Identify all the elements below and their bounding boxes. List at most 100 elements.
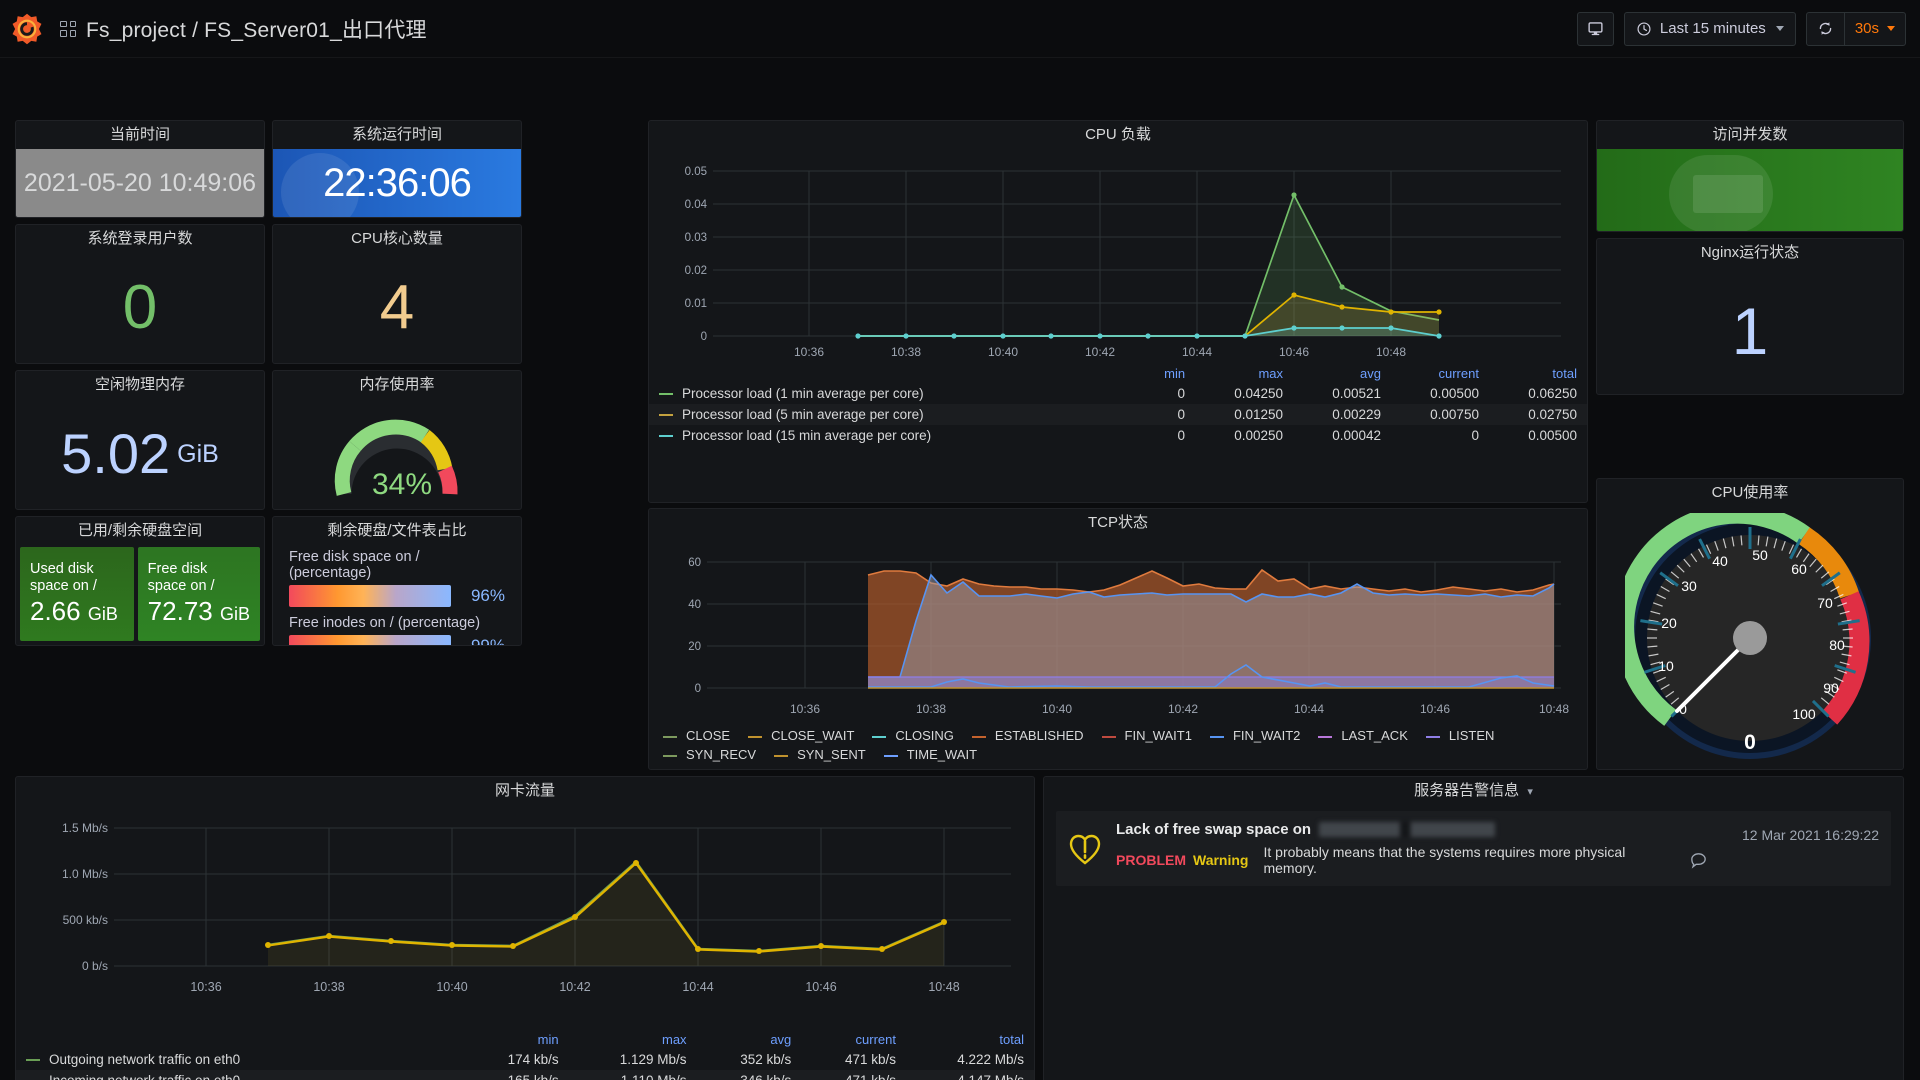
svg-text:70: 70: [1817, 595, 1833, 611]
stat-body: 1: [1597, 267, 1903, 394]
svg-text:10:42: 10:42: [1168, 702, 1198, 716]
legend-min: 0: [1177, 428, 1186, 443]
panel-free-memory[interactable]: 空闲物理内存 5.02 GiB: [15, 370, 265, 510]
legend-item-syn-recv[interactable]: SYN_RECV: [663, 747, 756, 762]
legend-item-time-wait[interactable]: TIME_WAIT: [883, 747, 977, 762]
disk-tile-used[interactable]: Used disk space on / 2.66 GiB: [20, 547, 134, 641]
refresh-interval-label: 30s: [1854, 20, 1879, 37]
svg-text:10:38: 10:38: [916, 702, 946, 716]
panel-tcp-state[interactable]: TCP状态 60 40 20 0 10:36 10:38 10:40 10:42…: [648, 508, 1588, 770]
legend-label: SYN_SENT: [797, 747, 866, 762]
grafana-logo-icon[interactable]: [10, 12, 44, 46]
legend-color-swatch: [1425, 735, 1440, 738]
legend-row[interactable]: Processor load (1 min average per core) …: [649, 383, 1587, 404]
alert-sub: PROBLEM Warning It probably means that t…: [1116, 844, 1675, 876]
legend-item-listen[interactable]: LISTEN: [1425, 728, 1494, 743]
legend-col-min[interactable]: min: [1137, 364, 1195, 383]
alert-timestamp: 12 Mar 2021 16:29:22: [1742, 827, 1879, 843]
legend-item-closing[interactable]: CLOSING: [872, 728, 954, 743]
dashboard-canvas: 当前时间 2021-05-20 10:49:06 系统运行时间 22:36:06…: [0, 58, 1920, 1080]
panel-title: 剩余硬盘/文件表占比: [327, 522, 467, 539]
panel-title: 服务器告警信息 ▾: [1044, 777, 1903, 805]
svg-text:0.03: 0.03: [685, 232, 707, 244]
chevron-down-icon: [1775, 26, 1784, 31]
legend-col-current[interactable]: current: [1391, 364, 1489, 383]
login-users-value: 0: [122, 273, 158, 342]
legend-row[interactable]: Outgoing network traffic on eth0 174 kb/…: [16, 1049, 1034, 1070]
panel-title: CPU使用率: [1711, 484, 1789, 501]
legend-item-fin-wait1[interactable]: FIN_WAIT1: [1101, 728, 1192, 743]
legend-min: 174 kb/s: [507, 1052, 559, 1067]
disk-tile-unit: GiB: [219, 604, 250, 625]
panel-cpu-load[interactable]: CPU 负载 0.05 0.04 0.03 0.02 0.01 0 10:36 …: [648, 120, 1588, 503]
legend-item-close[interactable]: CLOSE: [663, 728, 730, 743]
panel-network-traffic[interactable]: 网卡流量 1.5 Mb/s 1.0 Mb/s 500 kb/s 0 b/s 10…: [15, 776, 1035, 1080]
legend-color-swatch: [659, 393, 673, 396]
alert-severity-badge: Warning: [1193, 852, 1249, 868]
clock-icon: [1637, 21, 1651, 36]
bargauge-row-inodes: Free inodes on / (percentage) 99%: [273, 607, 521, 645]
stat-body: 22:36:06: [273, 149, 521, 217]
panel-nginx-status[interactable]: Nginx运行状态 1: [1596, 238, 1904, 395]
legend-row[interactable]: Incoming network traffic on eth0 165 kb/…: [16, 1070, 1034, 1080]
legend-col-current[interactable]: current: [801, 1030, 906, 1049]
legend-color-swatch: [748, 735, 763, 738]
legend-item-syn-sent[interactable]: SYN_SENT: [774, 747, 866, 762]
tv-mode-button[interactable]: [1576, 11, 1614, 46]
legend-col-min[interactable]: min: [464, 1030, 569, 1049]
breadcrumb[interactable]: Fs_project / FS_Server01_出口代理: [86, 14, 427, 44]
legend-item-established[interactable]: ESTABLISHED: [971, 728, 1084, 743]
legend-row[interactable]: Processor load (5 min average per core) …: [649, 404, 1587, 425]
legend-total: 4.222 Mb/s: [957, 1052, 1024, 1067]
panel-cpu-usage-gauge[interactable]: CPU使用率 0 10 20 30 40 50 60 70 80 90 100 …: [1596, 478, 1904, 770]
time-range-picker[interactable]: Last 15 minutes: [1623, 11, 1796, 46]
legend-row[interactable]: Processor load (15 min average per core)…: [649, 425, 1587, 446]
free-memory-unit: GiB: [177, 439, 219, 468]
refresh-button[interactable]: [1807, 13, 1844, 45]
svg-text:50: 50: [1752, 547, 1768, 563]
tcp-legend: CLOSE CLOSE_WAIT CLOSING ESTABLISHED FIN…: [649, 722, 1587, 762]
panel-server-alerts[interactable]: 服务器告警信息 ▾ Lack of free swap space on PRO…: [1043, 776, 1904, 1080]
panel-uptime[interactable]: 系统运行时间 22:36:06: [272, 120, 522, 218]
panel-disk-percent[interactable]: 剩余硬盘/文件表占比 Free disk space on / (percent…: [272, 516, 522, 646]
legend-current: 0: [1471, 428, 1479, 443]
legend-col-avg[interactable]: avg: [697, 1030, 802, 1049]
legend-col-max[interactable]: max: [1195, 364, 1293, 383]
svg-text:40: 40: [688, 599, 701, 611]
disk-tile-free[interactable]: Free disk space on / 72.73 GiB: [137, 547, 260, 641]
panel-title: 已用/剩余硬盘空间: [77, 522, 203, 539]
panel-concurrency[interactable]: 访问并发数: [1596, 120, 1904, 232]
panel-cpu-cores[interactable]: CPU核心数量 4: [272, 224, 522, 364]
legend-min: 0: [1177, 386, 1186, 401]
legend-label: ESTABLISHED: [994, 728, 1084, 743]
chevron-down-icon[interactable]: ▾: [1527, 786, 1533, 798]
svg-text:10:36: 10:36: [790, 702, 820, 716]
panel-login-users[interactable]: 系统登录用户数 0: [15, 224, 265, 364]
legend-label: CLOSE_WAIT: [771, 728, 855, 743]
panel-title: TCP状态: [1087, 514, 1148, 531]
panel-disk-space[interactable]: 已用/剩余硬盘空间 Used disk space on / 2.66 GiB …: [15, 516, 265, 646]
svg-text:10: 10: [1658, 658, 1674, 674]
legend-color-swatch: [1318, 735, 1333, 738]
svg-text:500 kb/s: 500 kb/s: [63, 913, 108, 927]
svg-text:10:42: 10:42: [1085, 345, 1115, 359]
legend-current: 471 kb/s: [844, 1052, 896, 1067]
legend-item-last-ack[interactable]: LAST_ACK: [1318, 728, 1408, 743]
legend-series-name: Processor load (15 min average per core): [682, 428, 932, 443]
panel-current-time[interactable]: 当前时间 2021-05-20 10:49:06: [15, 120, 265, 218]
legend-col-max[interactable]: max: [569, 1030, 697, 1049]
legend-series-name: Processor load (1 min average per core): [682, 386, 924, 401]
legend-col-total[interactable]: total: [906, 1030, 1034, 1049]
legend-label: CLOSE: [686, 728, 731, 743]
legend-item-close-wait[interactable]: CLOSE_WAIT: [748, 728, 854, 743]
alert-list-item[interactable]: Lack of free swap space on PROBLEM Warni…: [1056, 811, 1891, 886]
refresh-interval-picker[interactable]: 30s: [1845, 13, 1905, 45]
legend-col-total[interactable]: total: [1489, 364, 1587, 383]
svg-text:10:46: 10:46: [805, 980, 836, 994]
legend-item-fin-wait2[interactable]: FIN_WAIT2: [1209, 728, 1300, 743]
svg-text:1.0 Mb/s: 1.0 Mb/s: [62, 867, 108, 881]
legend-total: 0.06250: [1528, 386, 1577, 401]
panel-memory-usage[interactable]: 内存使用率 34%: [272, 370, 522, 510]
legend-col-avg[interactable]: avg: [1293, 364, 1391, 383]
bargauge-track: [289, 585, 451, 607]
